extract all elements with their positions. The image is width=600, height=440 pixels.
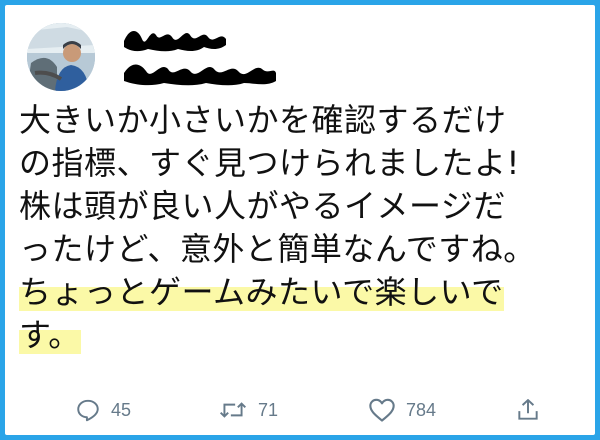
tweet-line: ったけど、意外と簡単なんですね。 (19, 228, 589, 271)
tweet-text: 大きいか小さいかを確認するだけ の指標、すぐ見つけられましたよ! 株は頭が良い人がや… (19, 99, 589, 357)
avatar-photo (27, 23, 95, 91)
handle-redacted (124, 64, 276, 86)
tweet-line: す。 (19, 314, 589, 357)
avatar[interactable] (27, 23, 95, 91)
username-redacted (124, 31, 226, 52)
share-button[interactable] (515, 389, 551, 431)
retweet-icon (219, 402, 247, 418)
like-button[interactable]: 784 (368, 389, 436, 431)
tweet-line: 大きいか小さいかを確認するだけ (19, 99, 589, 142)
retweet-button[interactable]: 71 (218, 389, 278, 431)
tweet-line-text-highlighted: ちょっとゲームみたいで楽しいで (19, 273, 504, 311)
tweet-line: 株は頭が良い人がやるイメージだ (19, 185, 589, 228)
tweet-card: 大きいか小さいかを確認するだけ の指標、すぐ見つけられましたよ! 株は頭が良い人がや… (5, 5, 595, 435)
tweet-actions: 45 71 784 (5, 389, 595, 431)
tweet-line-text: 大きいか小さいかを確認するだけ (19, 101, 507, 139)
share-icon (518, 399, 538, 420)
tweet-line-text-highlighted: す。 (19, 316, 81, 354)
retweet-count: 71 (258, 399, 279, 420)
tweet-line-text: の指標、すぐ見つけられましたよ! (19, 144, 520, 182)
reply-button[interactable]: 45 (75, 389, 131, 431)
tweet-line: の指標、すぐ見つけられましたよ! (19, 142, 589, 185)
like-count: 784 (406, 399, 437, 420)
reply-icon (77, 399, 99, 422)
tweet-line-text: 株は頭が良い人がやるイメージだ (19, 187, 506, 225)
heart-icon (369, 398, 395, 422)
tweet-line-text: ったけど、意外と簡単なんですね。 (19, 230, 536, 268)
reply-count: 45 (111, 399, 132, 420)
tweet-line: ちょっとゲームみたいで楽しいで (19, 271, 589, 314)
